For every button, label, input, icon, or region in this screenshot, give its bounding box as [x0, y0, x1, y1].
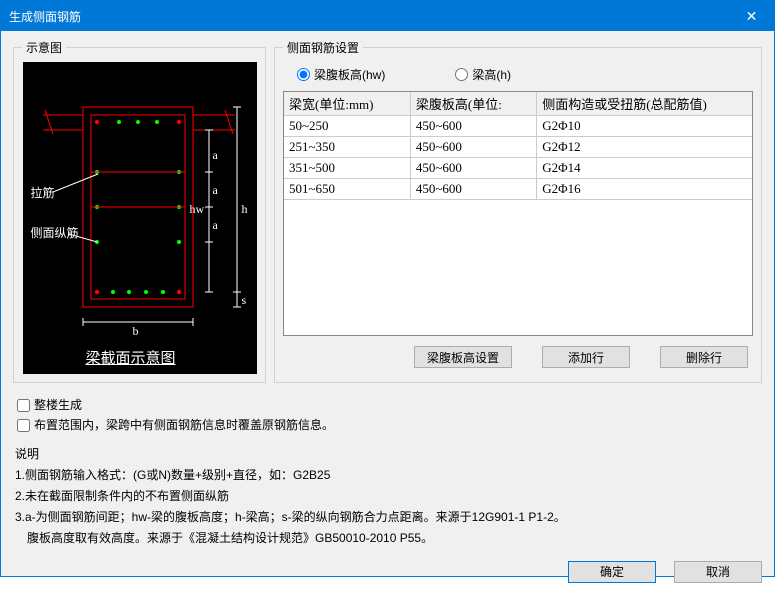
- cad-caption: 梁截面示意图: [86, 347, 176, 368]
- cad-label-a1: a: [213, 148, 218, 163]
- cad-label-lajin: 拉筋: [31, 184, 55, 201]
- help-text: 说明 1.侧面钢筋输入格式：(G或N)数量+级别+直径，如：G2B25 2.未在…: [15, 444, 762, 549]
- table-container[interactable]: 梁宽(单位:mm) 梁腹板高(单位: 侧面构造或受扭筋(总配筋值) 50~250…: [283, 91, 753, 336]
- section-diagram: 拉筋 侧面纵筋 a a a hw h s b 梁截面示意图: [23, 62, 257, 374]
- settings-group: 侧面钢筋设置 梁腹板高(hw) 梁高(h) 梁宽(单位:mm) 梁腹板高(单位:…: [274, 39, 762, 383]
- cad-label-zongjin: 侧面纵筋: [31, 224, 79, 241]
- table-cell[interactable]: 450~600: [410, 179, 536, 200]
- table-cell[interactable]: G2Φ10: [537, 116, 752, 137]
- table-cell[interactable]: 501~650: [284, 179, 410, 200]
- cancel-button[interactable]: 取消: [674, 561, 762, 583]
- hw-setting-button[interactable]: 梁腹板高设置: [414, 346, 512, 368]
- col-header-rebar[interactable]: 侧面构造或受扭筋(总配筋值): [537, 92, 752, 116]
- ok-button[interactable]: 确定: [568, 561, 656, 583]
- table-row[interactable]: 251~350450~600G2Φ12: [284, 137, 752, 158]
- window-title: 生成侧面钢筋: [9, 8, 729, 25]
- dialog-window: 生成侧面钢筋 ✕ 示意图: [0, 0, 775, 577]
- diagram-group: 示意图: [13, 39, 266, 383]
- chk-whole-building-input[interactable]: [17, 399, 30, 412]
- table-cell[interactable]: G2Φ16: [537, 179, 752, 200]
- help-line-4: 腹板高度取有效高度。来源于《混凝土结构设计规范》GB50010-2010 P55…: [15, 528, 762, 549]
- table-row[interactable]: 501~650450~600G2Φ16: [284, 179, 752, 200]
- radio-row: 梁腹板高(hw) 梁高(h): [283, 62, 753, 91]
- titlebar: 生成侧面钢筋 ✕: [1, 1, 774, 31]
- table-row[interactable]: 50~250450~600G2Φ10: [284, 116, 752, 137]
- help-line-2: 2.未在截面限制条件内的不布置侧面纵筋: [15, 486, 762, 507]
- table-cell[interactable]: G2Φ12: [537, 137, 752, 158]
- cad-svg: [23, 62, 257, 374]
- close-button[interactable]: ✕: [729, 1, 774, 31]
- dialog-footer: 确定 取消: [1, 557, 774, 593]
- checkbox-area: 整楼生成 布置范围内，梁跨中有侧面钢筋信息时覆盖原钢筋信息。: [17, 395, 762, 436]
- table-cell[interactable]: G2Φ14: [537, 158, 752, 179]
- table-button-row: 梁腹板高设置 添加行 删除行: [283, 346, 753, 368]
- help-title: 说明: [15, 444, 762, 465]
- table-cell[interactable]: 251~350: [284, 137, 410, 158]
- cad-label-a2: a: [213, 183, 218, 198]
- rebar-table: 梁宽(单位:mm) 梁腹板高(单位: 侧面构造或受扭筋(总配筋值) 50~250…: [284, 92, 752, 200]
- cad-label-h: h: [242, 202, 248, 217]
- col-header-hw[interactable]: 梁腹板高(单位:: [410, 92, 536, 116]
- table-cell[interactable]: 351~500: [284, 158, 410, 179]
- radio-hw-input[interactable]: [297, 68, 310, 81]
- table-cell[interactable]: 450~600: [410, 116, 536, 137]
- cad-label-s: s: [242, 293, 247, 308]
- chk-overwrite[interactable]: 布置范围内，梁跨中有侧面钢筋信息时覆盖原钢筋信息。: [17, 415, 762, 435]
- chk-overwrite-input[interactable]: [17, 419, 30, 432]
- radio-h-input[interactable]: [455, 68, 468, 81]
- cad-label-b: b: [133, 324, 139, 339]
- help-line-1: 1.侧面钢筋输入格式：(G或N)数量+级别+直径，如：G2B25: [15, 465, 762, 486]
- diagram-group-title: 示意图: [22, 39, 66, 56]
- col-header-width[interactable]: 梁宽(单位:mm): [284, 92, 410, 116]
- settings-group-title: 侧面钢筋设置: [283, 39, 363, 56]
- radio-h[interactable]: 梁高(h): [455, 66, 511, 83]
- chk-whole-building[interactable]: 整楼生成: [17, 395, 762, 415]
- delete-row-button[interactable]: 删除行: [660, 346, 748, 368]
- table-row[interactable]: 351~500450~600G2Φ14: [284, 158, 752, 179]
- table-cell[interactable]: 450~600: [410, 158, 536, 179]
- cad-label-hw: hw: [190, 202, 205, 217]
- cad-label-a3: a: [213, 218, 218, 233]
- radio-hw[interactable]: 梁腹板高(hw): [297, 66, 385, 83]
- help-line-3: 3.a-为侧面钢筋间距；hw-梁的腹板高度；h-梁高；s-梁的纵向钢筋合力点距离…: [15, 507, 762, 528]
- add-row-button[interactable]: 添加行: [542, 346, 630, 368]
- table-cell[interactable]: 450~600: [410, 137, 536, 158]
- dialog-body: 示意图: [1, 31, 774, 557]
- table-cell[interactable]: 50~250: [284, 116, 410, 137]
